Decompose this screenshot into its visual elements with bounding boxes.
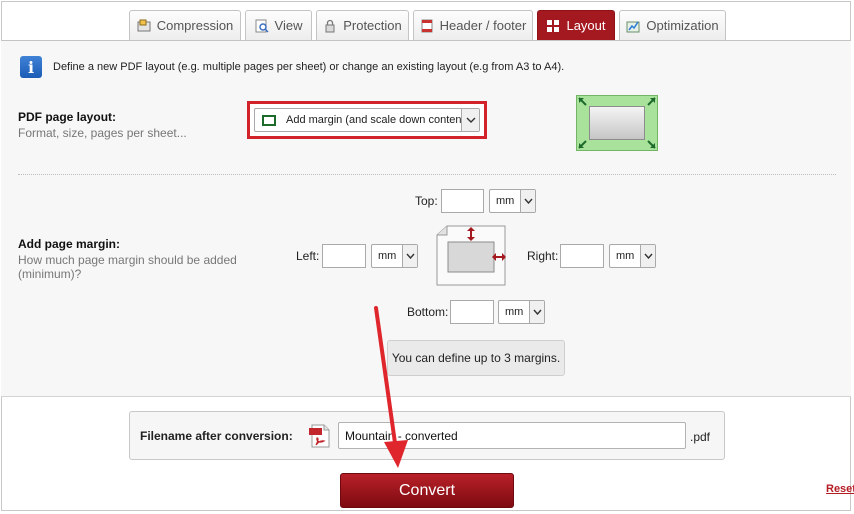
pdf-page-layout-sublabel: Format, size, pages per sheet... (18, 126, 187, 140)
left-unit-select[interactable]: mm (371, 244, 418, 268)
unit-value: mm (496, 195, 515, 207)
add-page-margin-sublabel-2: (minimum)? (18, 267, 82, 281)
tab-header-footer[interactable]: Header / footer (413, 10, 533, 40)
tab-layout[interactable]: Layout (537, 10, 615, 40)
tab-label: Layout (566, 18, 606, 33)
optimization-icon (626, 19, 640, 33)
tab-label: Header / footer (439, 18, 527, 33)
tab-optimization[interactable]: Optimization (619, 10, 726, 40)
chevron-down-icon (640, 245, 655, 267)
layout-preview (576, 95, 658, 151)
layout-select-value: Add margin (and scale down content) (286, 114, 469, 126)
pdf-file-icon (309, 424, 330, 448)
filename-label: Filename after conversion: (140, 429, 293, 443)
tab-label: Compression (156, 18, 234, 33)
bottom-margin-input[interactable] (450, 300, 494, 324)
page-margin-illustration-icon (436, 225, 506, 286)
margin-arrows-icon (578, 97, 656, 149)
compression-icon (137, 19, 151, 33)
convert-button[interactable]: Convert (340, 473, 514, 508)
unit-value: mm (505, 306, 524, 318)
top-unit-select[interactable]: mm (489, 189, 536, 213)
annotation-arrow-icon (374, 306, 408, 468)
tab-label: Protection (343, 18, 402, 33)
right-label: Right: (527, 249, 559, 263)
layout-icon (546, 19, 560, 33)
section-divider (18, 174, 836, 175)
header-footer-icon (420, 19, 434, 33)
tab-label: View (274, 18, 303, 33)
view-icon (255, 19, 269, 33)
bottom-unit-select[interactable]: mm (498, 300, 545, 324)
chevron-down-icon (520, 190, 535, 212)
tab-view[interactable]: View (245, 10, 312, 40)
chevron-down-icon (402, 245, 417, 267)
tab-protection[interactable]: Protection (316, 10, 409, 40)
tab-label: Optimization (646, 18, 719, 33)
tab-compression[interactable]: Compression (129, 10, 241, 40)
left-label: Left: (296, 249, 320, 263)
info-icon: i (20, 56, 42, 78)
add-page-margin-sublabel-1: How much page margin should be added (18, 253, 237, 267)
layout-select-highlight: Add margin (and scale down content) (247, 101, 487, 139)
pdf-extension: .pdf (690, 430, 711, 444)
top-margin-input[interactable] (441, 189, 484, 213)
add-page-margin-label: Add page margin: (18, 237, 121, 251)
chevron-down-icon (529, 301, 544, 323)
top-label: Top: (415, 194, 438, 208)
protection-icon (323, 19, 337, 33)
left-margin-input[interactable] (322, 244, 366, 268)
pdf-page-layout-label: PDF page layout: (18, 110, 117, 124)
unit-value: mm (378, 250, 397, 262)
info-text: Define a new PDF layout (e.g. multiple p… (53, 61, 565, 73)
layout-select[interactable]: Add margin (and scale down content) (254, 108, 480, 132)
right-unit-select[interactable]: mm (609, 244, 656, 268)
page-outline-icon (262, 114, 276, 126)
chevron-down-icon (461, 109, 479, 131)
right-margin-input[interactable] (560, 244, 604, 268)
reset-link[interactable]: Reset (826, 483, 854, 495)
unit-value: mm (616, 250, 635, 262)
